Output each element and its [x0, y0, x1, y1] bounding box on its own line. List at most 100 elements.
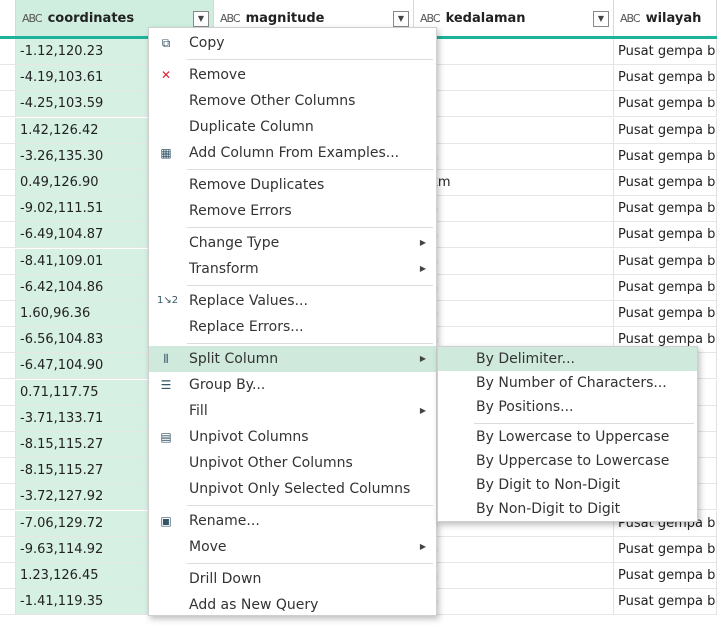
row-number-cell[interactable]	[0, 143, 16, 170]
menu-item-label: Rename...	[189, 513, 260, 529]
cell-wilayah[interactable]: Pusat gempa be	[614, 301, 717, 327]
menu-item-fill[interactable]: Fill ▶	[149, 398, 436, 424]
cell-kedalaman[interactable]: km	[414, 222, 614, 249]
row-number-cell[interactable]	[0, 117, 16, 144]
menu-item-remove[interactable]: ✕ Remove	[149, 62, 436, 88]
menu-item-change-type[interactable]: Change Type ▶	[149, 230, 436, 256]
cell-kedalaman[interactable]: 0 km	[414, 170, 614, 196]
text-type-icon[interactable]: ABC	[420, 12, 441, 25]
row-number-cell[interactable]	[0, 222, 16, 249]
menu-item-label: Remove Errors	[189, 203, 292, 219]
text-type-icon[interactable]: ABC	[620, 12, 641, 25]
column-filter-dropdown-icon[interactable]: ▼	[393, 11, 409, 27]
menu-item-group-by[interactable]: ☰ Group By...	[149, 372, 436, 398]
menu-item-replace-errors[interactable]: Replace Errors...	[149, 314, 436, 340]
column-header-kedalaman[interactable]: ABC kedalaman ▼	[414, 0, 614, 36]
cell-wilayah[interactable]: Pusat gempa be	[614, 589, 717, 616]
menu-item-split-column[interactable]: ⫴ Split Column ▶	[149, 346, 436, 372]
menu-item-move[interactable]: Move ▶	[149, 534, 436, 560]
row-number-cell[interactable]	[0, 170, 16, 196]
cell-kedalaman[interactable]: km	[414, 563, 614, 589]
cell-wilayah[interactable]: Pusat gempa be	[614, 91, 717, 118]
menu-separator	[187, 285, 433, 286]
row-number-cell[interactable]	[0, 196, 16, 223]
menu-separator	[187, 227, 433, 228]
cell-kedalaman[interactable]: km	[414, 143, 614, 170]
cell-wilayah[interactable]: Pusat gempa be	[614, 117, 717, 144]
cell-wilayah[interactable]: Pusat gempa be	[614, 143, 717, 170]
menu-item-remove-duplicates[interactable]: Remove Duplicates	[149, 172, 436, 198]
row-number-cell[interactable]	[0, 327, 16, 354]
cell-kedalaman[interactable]: m	[414, 117, 614, 144]
menu-item-add-column-from-examples[interactable]: ▦ Add Column From Examples...	[149, 140, 436, 166]
chevron-right-icon: ▶	[419, 264, 426, 273]
row-number-cell[interactable]	[0, 458, 16, 485]
row-number-cell[interactable]	[0, 39, 16, 65]
menu-item-rename[interactable]: ▣ Rename...	[149, 508, 436, 534]
row-number-cell[interactable]	[0, 379, 16, 406]
submenu-item-label: By Non-Digit to Digit	[476, 501, 621, 517]
row-number-cell[interactable]	[0, 563, 16, 589]
cell-kedalaman[interactable]: km	[414, 589, 614, 616]
cell-wilayah[interactable]: Pusat gempa be	[614, 248, 717, 275]
column-header-wilayah[interactable]: ABC wilayah	[614, 0, 717, 36]
submenu-item-label: By Number of Characters...	[476, 375, 667, 391]
submenu-item-digit-to-non-digit[interactable]: By Digit to Non-Digit	[438, 473, 697, 497]
menu-item-duplicate-column[interactable]: Duplicate Column	[149, 114, 436, 140]
submenu-item-uppercase-to-lowercase[interactable]: By Uppercase to Lowercase	[438, 449, 697, 473]
row-number-cell[interactable]	[0, 274, 16, 301]
cell-kedalaman[interactable]: m	[414, 91, 614, 118]
cell-kedalaman[interactable]: km	[414, 301, 614, 327]
cell-kedalaman[interactable]: km	[414, 274, 614, 301]
cell-kedalaman[interactable]: m	[414, 39, 614, 65]
row-number-cell[interactable]	[0, 589, 16, 616]
table-icon: ▦	[160, 146, 172, 160]
column-filter-dropdown-icon[interactable]: ▼	[593, 11, 609, 27]
menu-separator	[474, 423, 694, 424]
cell-kedalaman[interactable]: km	[414, 248, 614, 275]
submenu-item-non-digit-to-digit[interactable]: By Non-Digit to Digit	[438, 497, 697, 521]
cell-kedalaman[interactable]: km	[414, 196, 614, 223]
menu-item-remove-errors[interactable]: Remove Errors	[149, 198, 436, 224]
row-number-cell[interactable]	[0, 353, 16, 380]
menu-item-copy[interactable]: ⧉ Copy	[149, 30, 436, 56]
menu-item-unpivot-columns[interactable]: ▤ Unpivot Columns	[149, 424, 436, 450]
cell-kedalaman[interactable]: km	[414, 536, 614, 563]
chevron-right-icon: ▶	[419, 406, 426, 415]
submenu-item-by-delimiter[interactable]: By Delimiter...	[438, 347, 697, 371]
row-number-cell[interactable]	[0, 536, 16, 563]
menu-item-unpivot-other-columns[interactable]: Unpivot Other Columns	[149, 450, 436, 476]
submenu-item-lowercase-to-uppercase[interactable]: By Lowercase to Uppercase	[438, 425, 697, 449]
row-number-cell[interactable]	[0, 510, 16, 537]
cell-wilayah[interactable]: Pusat gempa be	[614, 536, 717, 563]
menu-item-unpivot-only-selected[interactable]: Unpivot Only Selected Columns	[149, 476, 436, 502]
text-type-icon[interactable]: ABC	[22, 12, 43, 25]
text-type-icon[interactable]: ABC	[220, 12, 241, 25]
cell-wilayah[interactable]: Pusat gempa be	[614, 196, 717, 223]
cell-wilayah[interactable]: Pusat gempa be	[614, 65, 717, 92]
row-number-cell[interactable]	[0, 91, 16, 118]
cell-kedalaman[interactable]: m	[414, 65, 614, 92]
menu-item-remove-other-columns[interactable]: Remove Other Columns	[149, 88, 436, 114]
cell-wilayah[interactable]: Pusat gempa be	[614, 170, 717, 196]
column-name: coordinates	[47, 10, 135, 26]
menu-item-transform[interactable]: Transform ▶	[149, 256, 436, 282]
row-number-cell[interactable]	[0, 301, 16, 327]
submenu-item-by-positions[interactable]: By Positions...	[438, 395, 697, 419]
row-number-cell[interactable]	[0, 65, 16, 92]
row-number-cell[interactable]	[0, 484, 16, 511]
menu-item-label: Unpivot Columns	[189, 429, 309, 445]
menu-item-replace-values[interactable]: 1↘2 Replace Values...	[149, 288, 436, 314]
column-filter-dropdown-icon[interactable]: ▼	[193, 11, 209, 27]
row-number-cell[interactable]	[0, 248, 16, 275]
replace-values-icon: 1↘2	[157, 295, 179, 306]
cell-wilayah[interactable]: Pusat gempa be	[614, 222, 717, 249]
menu-item-add-as-new-query[interactable]: Add as New Query	[149, 592, 436, 618]
submenu-item-by-number-of-characters[interactable]: By Number of Characters...	[438, 371, 697, 395]
cell-wilayah[interactable]: Pusat gempa be	[614, 39, 717, 65]
menu-item-drill-down[interactable]: Drill Down	[149, 566, 436, 592]
cell-wilayah[interactable]: Pusat gempa be	[614, 274, 717, 301]
cell-wilayah[interactable]: Pusat gempa be	[614, 563, 717, 589]
row-number-cell[interactable]	[0, 432, 16, 458]
row-number-cell[interactable]	[0, 405, 16, 432]
